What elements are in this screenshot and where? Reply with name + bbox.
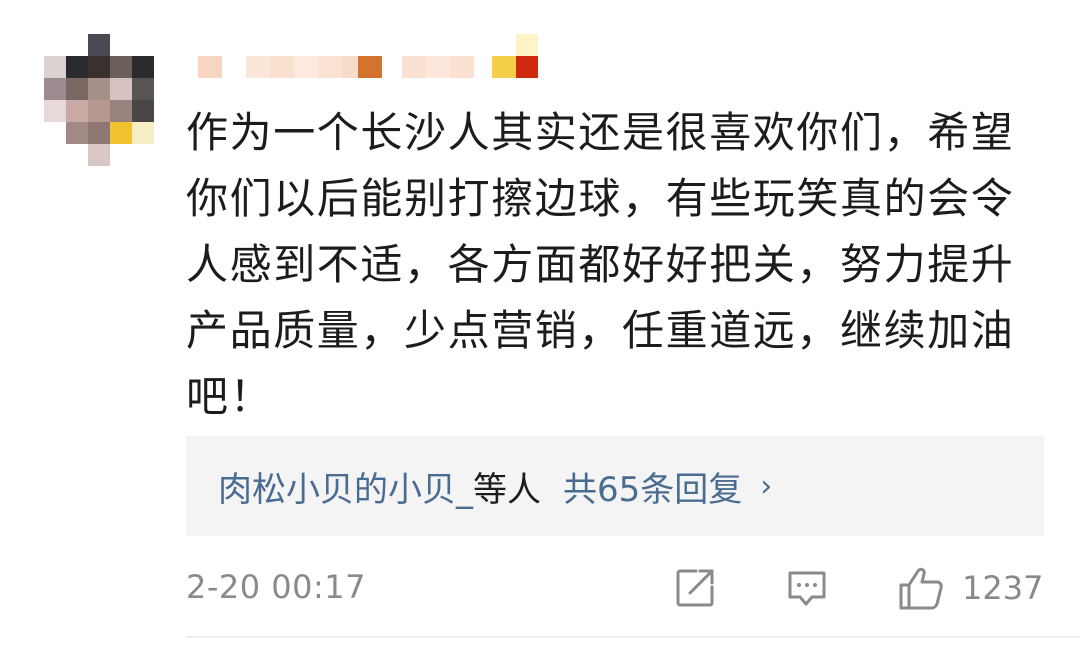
avatar[interactable] <box>44 34 156 170</box>
reply-count-link[interactable]: 共65条回复 <box>563 462 742 511</box>
chevron-right-icon: › <box>760 468 773 504</box>
like-count: 1237 <box>962 569 1044 607</box>
comment-icon <box>788 571 826 606</box>
like-button[interactable]: 1237 <box>896 562 1043 614</box>
divider <box>186 636 1080 638</box>
thumbs-up-icon <box>899 567 943 610</box>
reply-button[interactable] <box>784 562 830 614</box>
replies-preview[interactable]: 肉松小贝的小贝_ 等人 共65条回复 › <box>186 436 1044 536</box>
comment-text: 作为一个长沙人其实还是很喜欢你们，希望你们以后能别打擦边球，有些玩笑真的会令人感… <box>186 108 1015 421</box>
share-icon <box>676 569 714 607</box>
replier-name-link[interactable]: 肉松小贝的小贝_ <box>218 462 473 511</box>
comment-timestamp: 2-20 00:17 <box>186 568 367 606</box>
repliers-suffix: 等人 <box>473 469 541 510</box>
username-pixelated[interactable] <box>198 34 543 80</box>
comment-card: 作为一个长沙人其实还是很喜欢你们，希望你们以后能别打擦边球，有些玩笑真的会令人感… <box>0 0 1080 649</box>
comment-meta-row: 2-20 00:17 1237 <box>186 560 1044 616</box>
share-button[interactable] <box>672 562 718 614</box>
